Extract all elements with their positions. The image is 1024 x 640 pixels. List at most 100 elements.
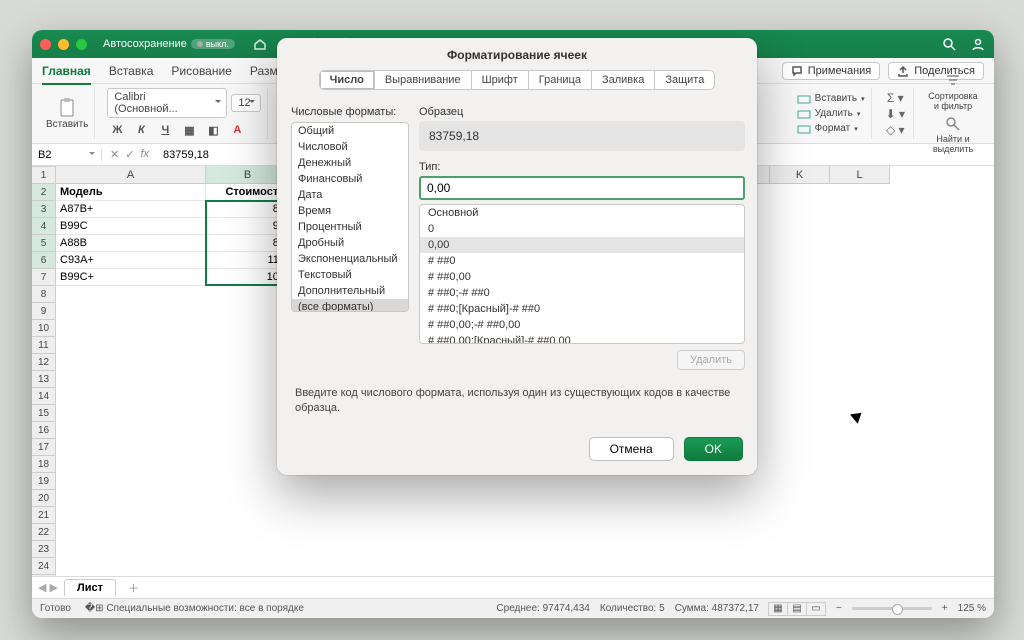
minimize-icon[interactable]	[58, 39, 69, 50]
row-header[interactable]: 15	[32, 405, 56, 422]
category-item[interactable]: Время	[292, 203, 408, 219]
category-item[interactable]: Денежный	[292, 155, 408, 171]
row-header[interactable]: 14	[32, 388, 56, 405]
close-icon[interactable]	[40, 39, 51, 50]
row-header[interactable]: 4	[32, 218, 56, 235]
row-header[interactable]: 22	[32, 524, 56, 541]
cell[interactable]: Модель	[56, 184, 206, 201]
dialog-tab[interactable]: Защита	[655, 71, 714, 89]
comments-button[interactable]: Примечания	[782, 62, 881, 80]
cancel-button[interactable]: Отмена	[589, 437, 674, 461]
account-icon[interactable]	[971, 37, 986, 52]
zoom-in-button[interactable]: +	[942, 603, 948, 614]
cell[interactable]: A87B+	[56, 201, 206, 218]
row-header[interactable]: 3	[32, 201, 56, 218]
clear-icon[interactable]: ◇ ▾	[886, 123, 905, 137]
type-list-item[interactable]: # ##0,00	[420, 269, 744, 285]
ok-button[interactable]: OK	[684, 437, 743, 461]
dialog-tab[interactable]: Заливка	[592, 71, 655, 89]
cell[interactable]: A88B	[56, 235, 206, 252]
sheet-nav[interactable]: ◀ ▶	[38, 581, 58, 594]
bold-button[interactable]: Ж	[107, 121, 127, 139]
font-name-dropdown[interactable]: Calibri (Основной...	[107, 88, 227, 118]
row-header[interactable]: 25	[32, 575, 56, 576]
fill-color-button[interactable]: ◧	[203, 121, 223, 139]
column-header[interactable]: K	[770, 166, 830, 184]
zoom-out-button[interactable]: −	[836, 603, 842, 614]
category-item[interactable]: Числовой	[292, 139, 408, 155]
dialog-tab[interactable]: Граница	[529, 71, 592, 89]
category-item[interactable]: Дополнительный	[292, 283, 408, 299]
zoom-slider[interactable]	[852, 607, 932, 610]
zoom-level[interactable]: 125 %	[958, 603, 986, 614]
row-header[interactable]: 23	[32, 541, 56, 558]
tab-insert[interactable]: Вставка	[109, 62, 154, 80]
autosave-toggle[interactable]: Автосохранение выкл.	[103, 38, 235, 50]
add-sheet-button[interactable]: ＋	[122, 580, 145, 596]
fx-icon[interactable]: fx	[140, 148, 149, 161]
row-header[interactable]: 10	[32, 320, 56, 337]
underline-button[interactable]: Ч	[155, 121, 175, 139]
cell[interactable]: B99C	[56, 218, 206, 235]
delete-cells-button[interactable]: Удалить▾	[797, 108, 865, 120]
paste-button[interactable]: Вставить	[46, 97, 88, 130]
type-list-item[interactable]: Основной	[420, 205, 744, 221]
category-item[interactable]: Процентный	[292, 219, 408, 235]
type-list-item[interactable]: 0,00	[420, 237, 744, 253]
type-list-item[interactable]: # ##0;[Красный]-# ##0	[420, 301, 744, 317]
category-item[interactable]: (все форматы)	[292, 299, 408, 312]
row-header[interactable]: 24	[32, 558, 56, 575]
category-item[interactable]: Общий	[292, 123, 408, 139]
category-item[interactable]: Экспоненциальный	[292, 251, 408, 267]
view-buttons[interactable]: ▦▤▭	[769, 602, 826, 616]
autosum-icon[interactable]: Σ ▾	[887, 91, 904, 105]
type-list-item[interactable]: # ##0,00;[Красный]-# ##0,00	[420, 333, 744, 344]
window-controls[interactable]	[40, 39, 87, 50]
row-header[interactable]: 1	[32, 167, 56, 184]
type-list[interactable]: Основной00,00# ##0# ##0,00# ##0;-# ##0# …	[419, 204, 745, 344]
sort-filter-button[interactable]: Сортировка и фильтр	[926, 72, 980, 112]
row-header[interactable]: 9	[32, 303, 56, 320]
row-header[interactable]: 2	[32, 184, 56, 201]
row-header[interactable]: 20	[32, 490, 56, 507]
row-header[interactable]: 12	[32, 354, 56, 371]
italic-button[interactable]: К	[131, 121, 151, 139]
font-size-dropdown[interactable]: 12	[231, 94, 261, 112]
fullscreen-icon[interactable]	[76, 39, 87, 50]
row-header[interactable]: 6	[32, 252, 56, 269]
fill-icon[interactable]: ⬇ ▾	[886, 107, 905, 121]
insert-cells-button[interactable]: Вставить▾	[797, 93, 865, 105]
category-list[interactable]: ОбщийЧисловойДенежныйФинансовыйДатаВремя…	[291, 122, 409, 312]
accessibility-status[interactable]: �⊞ Специальные возможности: все в порядк…	[85, 603, 304, 614]
type-list-item[interactable]: # ##0,00;-# ##0,00	[420, 317, 744, 333]
cell[interactable]: C93A+	[56, 252, 206, 269]
row-header[interactable]: 19	[32, 473, 56, 490]
home-icon[interactable]	[253, 37, 267, 51]
row-header[interactable]: 16	[32, 422, 56, 439]
type-input[interactable]	[419, 176, 745, 200]
row-header[interactable]: 18	[32, 456, 56, 473]
tab-draw[interactable]: Рисование	[171, 62, 231, 80]
row-header[interactable]: 11	[32, 337, 56, 354]
cell[interactable]: B99C+	[56, 269, 206, 286]
cancel-formula-icon[interactable]: ✕	[110, 148, 119, 161]
category-item[interactable]: Дата	[292, 187, 408, 203]
row-header[interactable]: 8	[32, 286, 56, 303]
row-header[interactable]: 21	[32, 507, 56, 524]
font-color-button[interactable]: A	[227, 121, 247, 139]
type-list-item[interactable]: # ##0;-# ##0	[420, 285, 744, 301]
formula-input[interactable]: 83759,18	[157, 149, 215, 161]
category-item[interactable]: Финансовый	[292, 171, 408, 187]
column-header[interactable]: A	[56, 166, 206, 184]
category-item[interactable]: Текстовый	[292, 267, 408, 283]
type-list-item[interactable]: # ##0	[420, 253, 744, 269]
row-header[interactable]: 17	[32, 439, 56, 456]
border-button[interactable]: ▦	[179, 121, 199, 139]
dialog-tab[interactable]: Выравнивание	[375, 71, 472, 89]
dialog-tab[interactable]: Число	[320, 71, 375, 89]
accept-formula-icon[interactable]: ✓	[125, 148, 134, 161]
name-box[interactable]: B2	[32, 149, 102, 161]
category-item[interactable]: Дробный	[292, 235, 408, 251]
sheet-tab[interactable]: Лист	[64, 579, 116, 596]
dialog-tab[interactable]: Шрифт	[472, 71, 529, 89]
